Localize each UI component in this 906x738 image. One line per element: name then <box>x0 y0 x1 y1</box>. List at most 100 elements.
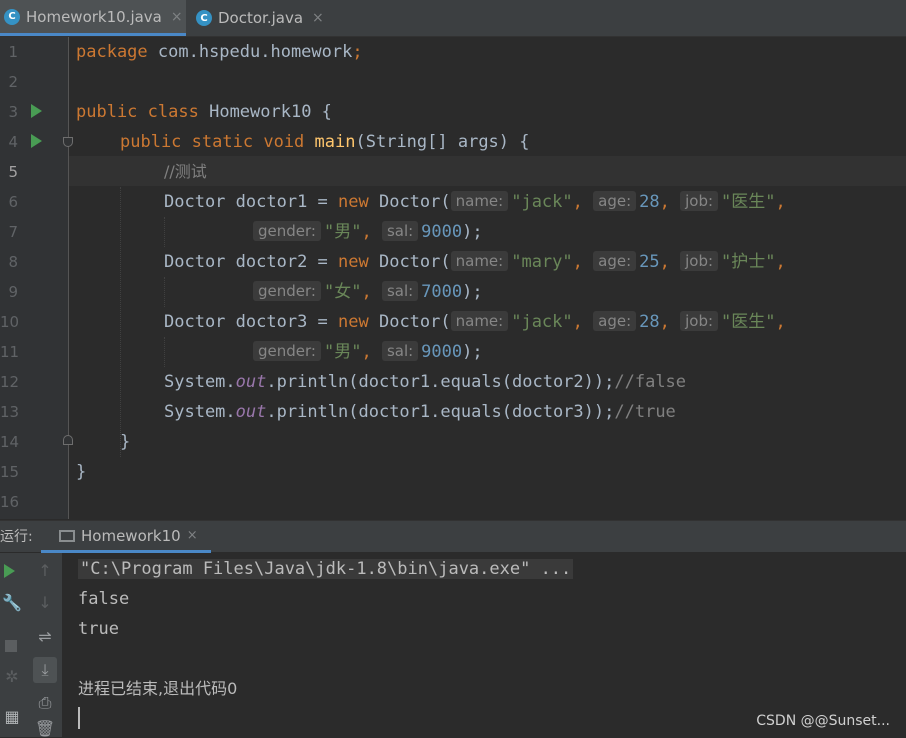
token: 9000 <box>421 222 463 242</box>
token: ); <box>462 222 483 242</box>
indent-guide <box>164 217 165 247</box>
line-number: 13 <box>0 403 20 421</box>
token: public <box>120 132 182 152</box>
down-arrow-icon[interactable]: ↓ <box>33 593 57 612</box>
param-hint: sal: <box>381 221 419 241</box>
token: doctor2 = <box>235 252 339 272</box>
up-arrow-icon[interactable]: ↑ <box>33 561 57 580</box>
scroll-to-end-icon[interactable]: ⤓ <box>33 657 57 683</box>
soft-wrap-icon[interactable]: ⇌ <box>33 627 57 646</box>
token: package <box>76 42 148 62</box>
close-icon[interactable]: × <box>187 528 198 543</box>
fold-icon[interactable] <box>63 137 73 147</box>
line-number: 3 <box>8 103 18 121</box>
print-icon[interactable]: ⎙ <box>33 693 57 713</box>
indent-guide <box>120 187 121 457</box>
param-hint: job: <box>680 251 719 271</box>
token: , <box>572 192 594 212</box>
code-editor[interactable]: 1 2 3 4 5 6 7 8 9 10 11 12 13 14 15 16 p… <box>0 37 906 519</box>
code-line-3: public class Homework10 { <box>76 97 332 127</box>
debug-icon[interactable]: ✲ <box>0 667 24 686</box>
java-class-icon: C <box>4 8 20 25</box>
token: out <box>235 402 267 422</box>
console-icon <box>59 529 75 542</box>
token: public <box>76 102 138 122</box>
token: 25 <box>639 252 660 272</box>
wrench-icon[interactable]: 🔧 <box>0 593 24 612</box>
java-class-icon: C <box>196 10 212 26</box>
token: , <box>775 192 786 212</box>
console-line: 进程已结束,退出代码0 <box>78 679 238 698</box>
token: ; <box>352 42 363 62</box>
tab-label: Homework10.java <box>26 7 162 26</box>
line-number: 8 <box>8 253 18 271</box>
indent-guide <box>164 337 165 367</box>
line-number: 5 <box>8 163 18 181</box>
code-line-5: //测试 <box>164 162 207 181</box>
line-number: 7 <box>8 223 18 241</box>
token: "护士" <box>721 252 776 272</box>
code-line-8: Doctor doctor2 = new Doctor(name: "mary",… <box>164 247 786 277</box>
run-tab-label: Homework10 <box>81 526 181 545</box>
token: "男" <box>323 342 362 362</box>
console-output[interactable]: "C:\Program Files\Java\jdk-1.8\bin\java.… <box>62 553 906 737</box>
param-hint: gender: <box>253 221 321 241</box>
trash-icon[interactable]: 🗑 <box>33 719 57 738</box>
param-hint: age: <box>593 251 637 271</box>
code-line-4: public static void main(String[] args) { <box>120 127 530 157</box>
run-label: 运行: <box>0 529 33 545</box>
token: Doctor( <box>368 192 451 212</box>
token: , <box>572 312 594 332</box>
fold-icon[interactable] <box>63 435 73 445</box>
line-number: 1 <box>8 43 18 61</box>
line-number: 11 <box>0 343 20 361</box>
token: doctor3 = <box>235 312 339 332</box>
command-line[interactable]: "C:\Program Files\Java\jdk-1.8\bin\java.… <box>78 559 574 579</box>
token: , <box>361 342 382 362</box>
text-caret <box>78 707 80 729</box>
code-line-15: } <box>76 462 87 482</box>
code-line-10: Doctor doctor3 = new Doctor(name: "jack",… <box>164 307 786 337</box>
code-line-1: package com.hspedu.homework; <box>76 37 363 67</box>
code-line-11: gender: "男", sal: 9000); <box>253 337 483 367</box>
token: ); <box>462 342 483 362</box>
token: "医生" <box>721 312 776 332</box>
token: , <box>775 252 786 272</box>
param-hint: age: <box>593 311 637 331</box>
token: , <box>361 282 382 302</box>
token: doctor1 = <box>235 192 339 212</box>
layout-icon[interactable]: ▦ <box>0 707 24 726</box>
run-main-icon[interactable] <box>31 134 42 148</box>
param-hint: sal: <box>381 281 419 301</box>
token: new <box>338 192 369 212</box>
rerun-icon[interactable] <box>4 564 15 578</box>
token: //true <box>614 402 676 422</box>
code-line-14: } <box>120 432 131 452</box>
token: void <box>263 132 305 152</box>
stop-icon[interactable] <box>5 640 17 652</box>
token: 7000 <box>421 282 463 302</box>
token: "mary" <box>511 252 573 272</box>
param-hint: job: <box>680 311 719 331</box>
close-icon[interactable]: × <box>312 10 324 26</box>
param-hint: name: <box>450 251 509 271</box>
code-line-6: Doctor doctor1 = new Doctor(name: "jack",… <box>164 187 786 217</box>
close-icon[interactable]: × <box>171 9 183 25</box>
console-line: true <box>78 619 119 639</box>
token: , <box>572 252 594 272</box>
run-class-icon[interactable] <box>31 104 42 118</box>
token: Doctor <box>164 252 236 272</box>
run-tab-homework10[interactable]: Homework10 × <box>41 521 211 553</box>
token: new <box>338 312 369 332</box>
tab-doctor[interactable]: C Doctor.java × <box>196 0 336 36</box>
token: System. <box>164 372 236 392</box>
current-line-highlight <box>0 156 906 186</box>
token: class <box>147 102 199 122</box>
token: , <box>659 252 681 272</box>
token: (String[] args) { <box>355 132 530 152</box>
watermark: CSDN @@Sunset... <box>756 713 890 729</box>
tab-homework10[interactable]: C Homework10.java × <box>0 0 186 36</box>
line-number: 4 <box>8 133 18 151</box>
code-line-7: gender: "男", sal: 9000); <box>253 217 483 247</box>
param-hint: job: <box>680 191 719 211</box>
